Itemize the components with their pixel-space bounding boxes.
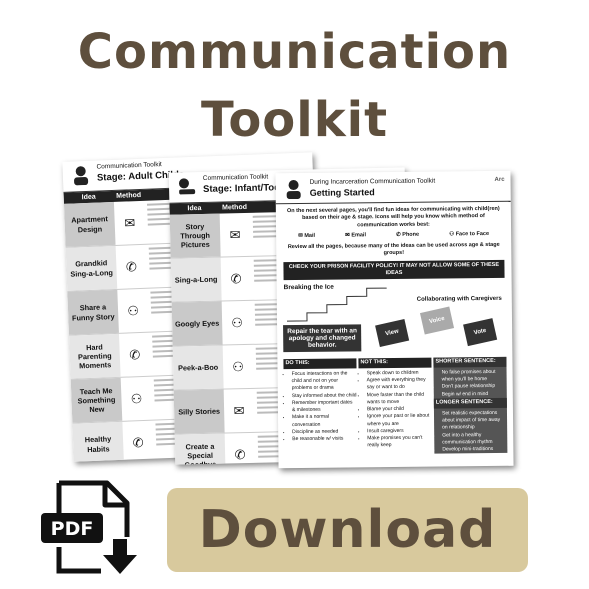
face-to-face-icon: ⚇	[130, 390, 143, 406]
list-item: Be reasonable w/ visits	[292, 436, 357, 444]
face-to-face-icon: ⚇	[231, 314, 244, 330]
list-item: Ignore your past or lie about where you …	[367, 413, 432, 428]
person-icon	[286, 180, 301, 200]
sheet-stage-label: Stage: Infant/Todd	[202, 182, 286, 195]
idea-cell: Share a Funny Story	[67, 289, 119, 335]
intro-text: On the next several pages, you'll find f…	[286, 205, 500, 229]
page-title-line-2: Toolkit	[200, 92, 389, 148]
policy-banner: CHECK YOUR PRISON FACILITY POLICY! IT MA…	[283, 259, 505, 281]
phone-method: ✆ Phone	[396, 232, 420, 239]
list-item: Develop mini-traditions	[442, 446, 507, 454]
list-item: Get into a healthy communication rhythm	[442, 432, 507, 447]
collaborating-heading: Collaborating with Caregivers	[416, 295, 502, 303]
idea-cell: Teach Me Something New	[70, 377, 123, 423]
idea-cell: Grandkid Sing-a-Long	[65, 245, 118, 291]
phone-icon: ✆	[234, 446, 246, 462]
sheet-toolkit-label: Communication Toolkit	[202, 173, 269, 182]
mail-icon: ✉	[229, 226, 241, 242]
download-button[interactable]: Download	[167, 488, 528, 572]
phone-icon: ✆	[230, 270, 242, 286]
mail-method: ✉ Mail	[298, 233, 316, 240]
sentence-column: SHORTER SENTENCE: No false promises abou…	[433, 356, 508, 455]
email-method: ✉ Email	[345, 232, 367, 239]
list-item: Set realistic expectations about impact …	[442, 410, 507, 432]
phone-icon: ✆	[132, 434, 144, 450]
do-this-heading: DO THIS:	[283, 358, 357, 370]
baby-icon	[178, 178, 196, 195]
face-to-face-icon: ⚇	[232, 358, 245, 374]
sheet-heading: Getting Started	[309, 187, 375, 198]
list-item: Make promises you can't really keep	[367, 435, 432, 450]
guidance-columns: DO THIS: Focus interactions on the child…	[283, 356, 508, 456]
phone-icon: ✆	[125, 258, 138, 275]
pdf-download-icon[interactable]: PDF	[37, 477, 147, 577]
phone-icon: ✆	[129, 346, 141, 362]
method-legend: ✉ Mail ✉ Email ✆ Phone ⚇ Face to Face	[283, 231, 504, 241]
list-item: No false promises about when you'll be h…	[442, 369, 507, 384]
person-icon	[74, 166, 89, 186]
idea-cell: Sing-a-Long	[170, 257, 222, 302]
list-item: Move faster than the child wants to move	[367, 391, 432, 406]
logo: Arc	[494, 176, 505, 183]
puzzle-piece-vote: Vote	[463, 318, 498, 347]
face-to-face-icon: ⚇	[126, 302, 140, 319]
list-item: Remember important dates & milestones	[292, 399, 357, 414]
sheet-header: During Incarceration Communication Toolk…	[275, 170, 511, 205]
sheet-toolkit-label: Communication Toolkit	[96, 161, 162, 171]
page-title-line-1: Communication	[77, 24, 512, 80]
download-label: Download	[198, 500, 497, 560]
stairs-graphic	[287, 287, 387, 322]
idea-cell: Healthy Habits	[72, 421, 125, 462]
sheet-toolkit-label: During Incarceration Communication Toolk…	[309, 177, 436, 186]
list-item: Make it a normal conversation	[292, 414, 357, 429]
do-this-column: DO THIS: Focus interactions on the child…	[283, 358, 357, 455]
email-icon: ✉	[233, 402, 245, 418]
not-this-column: NOT THIS: Speak down to children Agree w…	[358, 357, 432, 455]
longer-sentence-heading: LONGER SENTENCE:	[433, 397, 507, 409]
idea-cell: Googly Eyes	[171, 301, 223, 346]
idea-cell: Peek-a-Boo	[172, 345, 224, 390]
list-item: Agree with everything they say or want t…	[367, 377, 432, 392]
email-icon: ✉	[123, 214, 136, 231]
pdf-label: PDF	[51, 518, 94, 540]
review-text: Review all the pages, because many of th…	[287, 241, 500, 257]
puzzle-piece-view: View	[375, 319, 410, 348]
idea-cell: Apartment Design	[63, 201, 116, 247]
sheet-getting-started: During Incarceration Communication Toolk…	[275, 170, 514, 469]
puzzle-piece-voice: Voice	[419, 306, 455, 335]
idea-cell: Create a Special Goodbye	[174, 433, 226, 465]
shorter-sentence-heading: SHORTER SENTENCE:	[433, 356, 507, 368]
idea-cell: Story Through Pictures	[169, 213, 221, 258]
repair-callout: Repair the tear with an apology and chan…	[283, 324, 362, 353]
col-method: Method	[222, 203, 248, 212]
face-to-face-method: ⚇ Face to Face	[449, 231, 490, 238]
not-this-heading: NOT THIS:	[358, 357, 432, 369]
idea-cell: Silly Stories	[173, 389, 225, 434]
idea-cell: Hard Parenting Moments	[69, 333, 121, 379]
list-item: Focus interactions on the child and not …	[292, 370, 357, 392]
